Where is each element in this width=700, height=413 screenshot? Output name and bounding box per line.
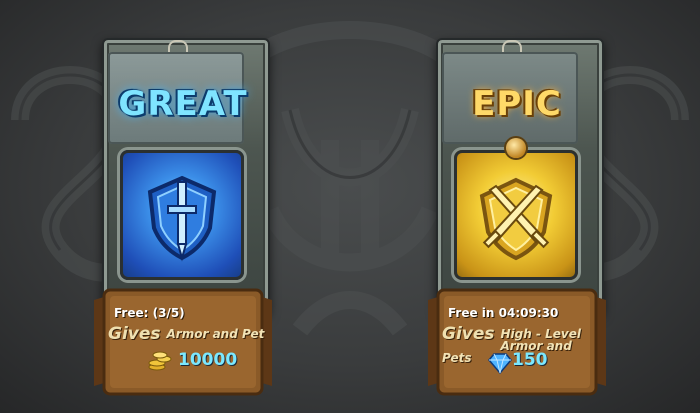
chest-title: EPIC	[472, 84, 562, 124]
free-count-label: Free: (3/5)	[114, 306, 185, 320]
price-value: 150	[512, 350, 548, 370]
free-timer-label: Free in 04:09:30	[448, 306, 559, 320]
gives-word: Gives	[442, 324, 495, 344]
gives-description: Gives Armor and Pet	[108, 324, 268, 344]
gives-word: Gives	[108, 324, 161, 344]
frame-crest-ornament	[168, 40, 188, 52]
epic-chest-card[interactable]: EPIC Free in 04:09:30 Gives High - Level…	[428, 38, 606, 408]
diamond-icon	[488, 353, 512, 374]
price-value: 10000	[178, 350, 238, 370]
gold-coins-icon	[148, 351, 172, 371]
frame-crest-ornament	[502, 40, 522, 52]
crossed-swords-icon	[479, 177, 553, 261]
gold-orb-ornament	[506, 138, 526, 158]
sword-shield-icon	[147, 175, 217, 262]
great-chest-card[interactable]: GREAT Free: (3/5) Gives Armor and Pet 10…	[94, 38, 272, 408]
chest-title: GREAT	[118, 84, 248, 124]
